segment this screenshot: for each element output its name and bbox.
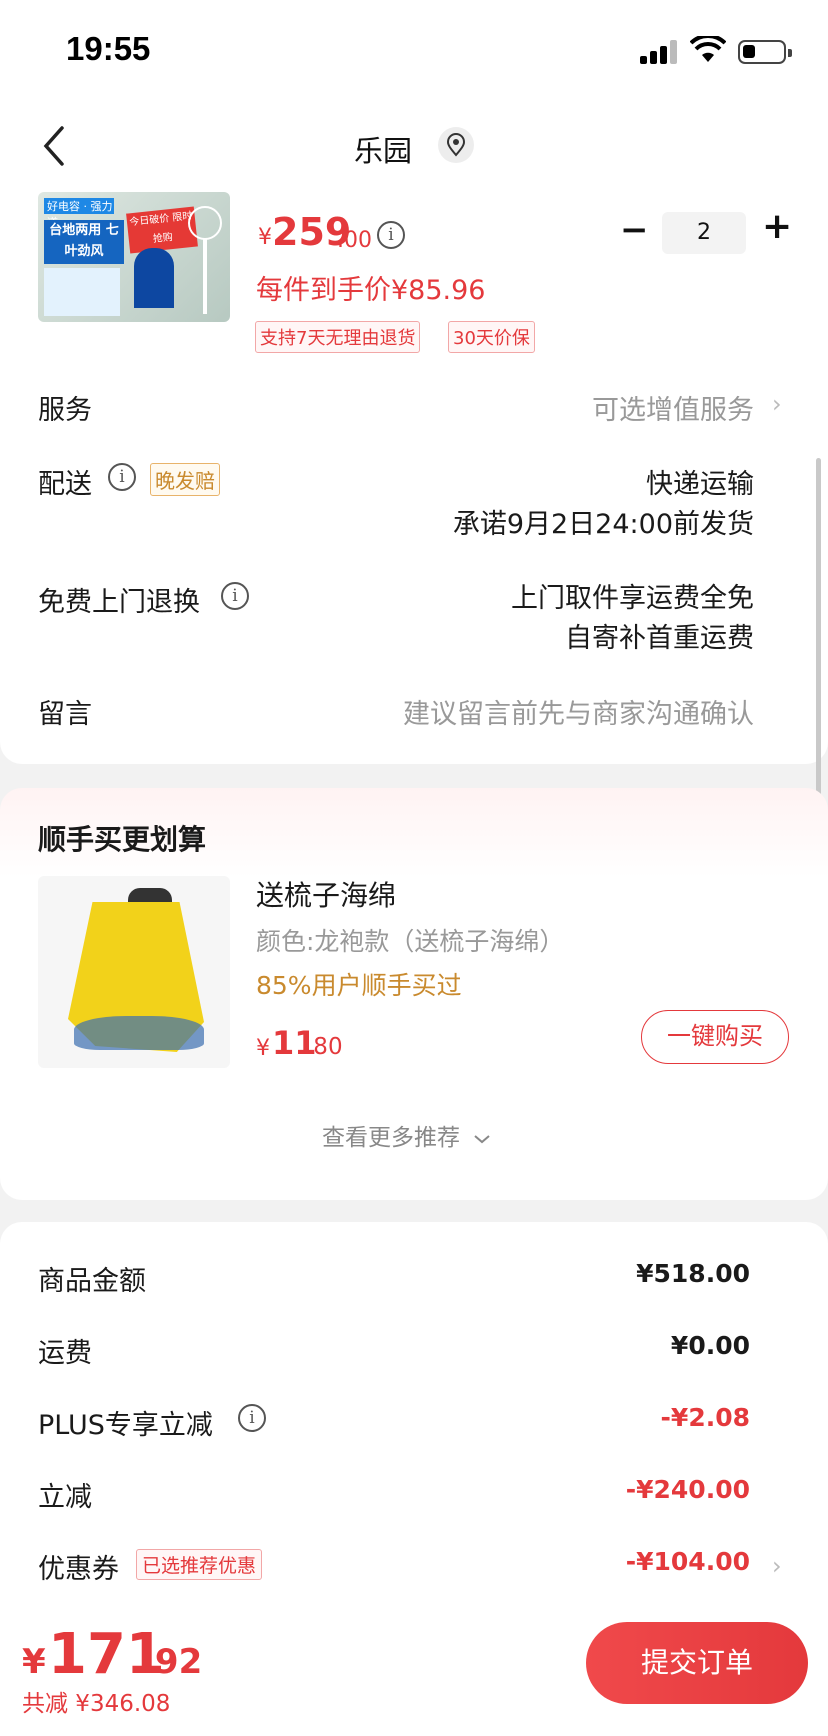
addon-title: 顺手买更划算 (38, 823, 207, 856)
fan-pole (203, 238, 207, 314)
location-pin-icon[interactable] (438, 127, 474, 163)
quantity-input[interactable]: 2 (662, 212, 746, 254)
total-currency: ¥ (22, 1642, 46, 1682)
delivery-info-icon[interactable]: i (108, 463, 136, 491)
total-saved: 共减 ¥346.08 (22, 1691, 171, 1717)
plus-discount-value: -¥2.08 (660, 1403, 750, 1432)
thumb-promo: 今日破价 限时抢购 (126, 206, 198, 254)
addon-price-decimal: .80 (306, 1034, 343, 1060)
delivery-label: 配送 (38, 469, 92, 500)
price-protect-tag: 30天价保 (448, 321, 535, 353)
total-decimal: .92 (142, 1642, 203, 1682)
message-input[interactable]: 建议留言前先与商家沟通确认 (403, 692, 754, 731)
delivery-method: 快递运输 (646, 469, 754, 500)
coupon-label: 优惠券 (38, 1554, 119, 1585)
goods-amount-value: ¥518.00 (636, 1259, 750, 1288)
thumb-badge: 好电容 · 强力道 (44, 198, 114, 229)
person-graphic (134, 248, 174, 308)
plus-info-icon[interactable]: i (238, 1404, 266, 1432)
free-return-line1: 上门取件享运费全免 (511, 583, 754, 614)
per-item-price: 每件到手价¥85.96 (256, 275, 486, 306)
addon-product-popularity: 85%用户顺手买过 (256, 971, 462, 1000)
service-value[interactable]: 可选增值服务 (592, 388, 754, 427)
cellular-signal-icon (640, 40, 680, 64)
freight-label: 运费 (38, 1338, 92, 1369)
plus-discount-label: PLUS专享立减 (38, 1410, 213, 1441)
coupon-tag: 已选推荐优惠 (136, 1549, 263, 1580)
more-recommendations-label: 查看更多推荐 (322, 1125, 460, 1151)
addon-product-image[interactable] (38, 876, 230, 1068)
price-decimal: .00 (337, 228, 372, 253)
return-info-icon[interactable]: i (221, 582, 249, 610)
price-info-icon[interactable]: i (377, 221, 405, 249)
fan-graphic (188, 206, 222, 240)
delivery-promise: 承诺9月2日24:00前发货 (452, 509, 754, 540)
back-chevron-icon[interactable] (42, 124, 66, 178)
freight-value: ¥0.00 (670, 1331, 750, 1360)
late-compensation-tag: 晚发赔 (150, 463, 220, 496)
instant-discount-label: 立减 (38, 1482, 92, 1513)
thumb-main-text: 台地两用 七叶劲风 (44, 220, 124, 264)
coupon-value[interactable]: -¥104.00 (626, 1547, 750, 1576)
addon-price-currency: ¥ (256, 1036, 270, 1061)
wave-pattern (74, 1016, 204, 1050)
service-label: 服务 (38, 395, 92, 426)
wifi-icon (689, 33, 727, 68)
one-click-buy-button[interactable]: 一键购买 (641, 1010, 789, 1064)
submit-order-button[interactable]: 提交订单 (586, 1622, 808, 1704)
message-label: 留言 (38, 699, 92, 730)
thumb-feature-box (44, 268, 120, 316)
instant-discount-value: -¥240.00 (625, 1475, 750, 1504)
quantity-decrease-button[interactable]: − (620, 210, 649, 250)
chevron-right-icon[interactable]: › (772, 390, 782, 418)
price-currency: ¥ (258, 225, 272, 250)
chevron-right-icon[interactable]: › (772, 1552, 782, 1580)
battery-icon (738, 40, 792, 64)
addon-product-color: 颜色:龙袍款（送梳子海绵） (256, 927, 565, 956)
more-recommendations-link[interactable]: 查看更多推荐 (322, 1118, 491, 1152)
status-time: 19:55 (66, 30, 151, 67)
goods-amount-label: 商品金额 (38, 1266, 146, 1297)
free-return-line2: 自寄补首重运费 (565, 623, 754, 654)
return-policy-tag: 支持7天无理由退货 (255, 321, 421, 353)
quantity-increase-button[interactable]: + (762, 206, 792, 247)
addon-product-name[interactable]: 送梳子海绵 (256, 874, 396, 914)
product-thumbnail[interactable]: 好电容 · 强力道 台地两用 七叶劲风 今日破价 限时抢购 (38, 192, 230, 322)
free-return-label: 免费上门退换 (38, 587, 200, 618)
store-name[interactable]: 乐园 (354, 128, 412, 170)
chevron-down-icon (474, 1135, 490, 1144)
